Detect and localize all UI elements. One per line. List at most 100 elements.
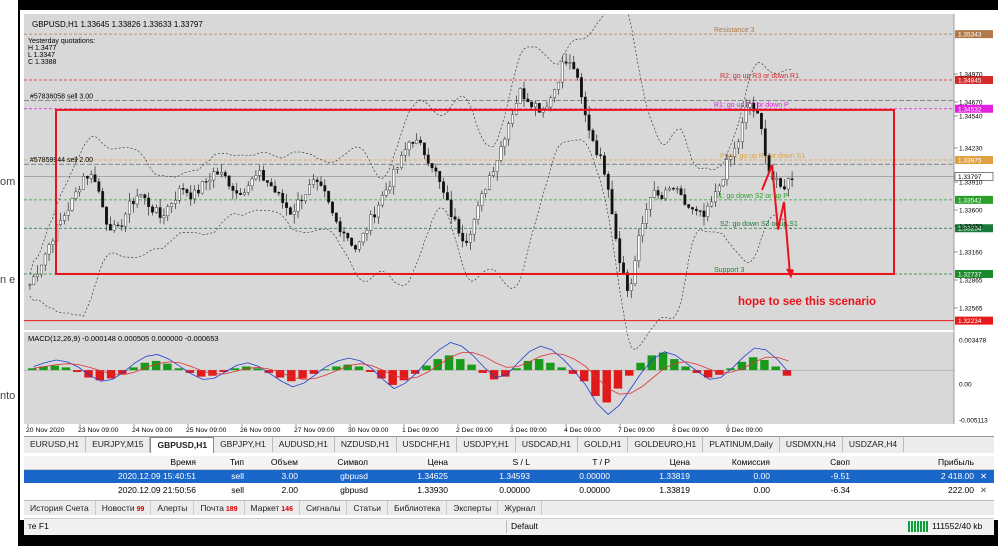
candle-body <box>97 181 101 192</box>
terminal-tab-label: Маркет <box>250 503 280 513</box>
price-tick-label: 1.32565 <box>959 306 983 313</box>
terminal-tab-count: 146 <box>279 506 293 513</box>
tab-goldeuro-h1[interactable]: GOLDEURO,H1 <box>628 437 704 452</box>
candle-body <box>599 154 602 156</box>
candle-body <box>28 284 32 286</box>
candle-body <box>668 188 671 191</box>
trade-commission: 0.00 <box>753 471 770 481</box>
terminal-tab[interactable]: Библиотека <box>388 501 448 515</box>
candle-body <box>254 175 258 180</box>
tab-eurjpy-m15[interactable]: EURJPY,M15 <box>86 437 151 452</box>
candle-body <box>438 171 442 182</box>
table-row[interactable]: 2020.12.09 15:40:51 sell 3.00 gbpusd 1.3… <box>24 470 994 483</box>
macd-histogram-bar <box>681 366 690 371</box>
close-position-icon[interactable]: ✕ <box>980 484 990 497</box>
terminal-tab-count: 99 <box>134 506 145 513</box>
candle-body <box>93 174 97 182</box>
candle-body <box>545 106 549 110</box>
time-tick-label: 2 Dec 09:00 <box>456 427 493 434</box>
candle-body <box>70 198 74 211</box>
pivot-level-label: S1: go down S2 or up P <box>714 193 788 200</box>
tab-eurusd-h1[interactable]: EURUSD,H1 <box>24 437 87 452</box>
trade-swap: -9.51 <box>830 471 850 481</box>
candle-body <box>790 178 794 181</box>
candle-body <box>369 214 373 231</box>
terminal-tab[interactable]: Журнал <box>498 501 543 515</box>
trade-volume: 3.00 <box>281 471 298 481</box>
candle-body <box>43 253 47 266</box>
candle-body <box>124 213 128 227</box>
candle-body <box>315 179 319 183</box>
candle-body <box>426 154 430 164</box>
candle-body <box>32 276 36 286</box>
table-row[interactable]: 2020.12.09 21:50:56 sell 2.00 gbpusd 1.3… <box>24 484 994 497</box>
terminal-bottom-tabs: История Счета Новости 99 Алерты Почта 189 Ма… <box>24 500 994 515</box>
profile-name[interactable]: Default <box>506 520 538 533</box>
terminal-tab[interactable]: Сигналы <box>300 501 348 515</box>
candle-body <box>465 240 468 243</box>
candle-body <box>377 204 380 218</box>
terminal-tab[interactable]: Эксперты <box>447 501 499 515</box>
candle-body <box>786 178 790 190</box>
tab-gbpusd-h1[interactable]: GBPUSD,H1 <box>150 437 215 453</box>
candle-body <box>384 189 388 196</box>
tab-gbpjpy-h1[interactable]: GBPJPY,H1 <box>214 437 273 452</box>
candle-body <box>534 103 537 108</box>
col-price: Цена <box>427 457 448 467</box>
candle-body <box>706 205 710 217</box>
terminal-tab[interactable]: Статьи <box>347 501 388 515</box>
candle-body <box>331 201 334 214</box>
macd-histogram-bar <box>422 365 431 371</box>
trade-time: 2020.12.09 21:50:56 <box>118 485 196 495</box>
candle-body <box>350 237 354 246</box>
macd-tick-label: -0.005113 <box>959 418 988 425</box>
macd-histogram-bar <box>489 370 499 380</box>
terminal-tab[interactable]: Почта 189 <box>194 501 245 515</box>
terminal-tab-label: Алерты <box>157 503 188 513</box>
candle-body <box>319 181 323 186</box>
terminal-tab[interactable]: Новости 99 <box>96 501 152 515</box>
candle-body <box>288 207 292 215</box>
candle-body <box>361 233 365 243</box>
macd-histogram-bar <box>591 370 600 396</box>
terminal-tab-label: Сигналы <box>305 503 341 513</box>
candle-body <box>522 88 526 100</box>
tab-platinum-daily[interactable]: PLATINUM,Daily <box>703 437 780 452</box>
candle-body <box>128 200 131 215</box>
candle-body <box>380 195 384 206</box>
tab-usdmxn-h4[interactable]: USDMXN,H4 <box>780 437 843 452</box>
candle-body <box>197 189 200 194</box>
tab-usdzar-h4[interactable]: USDZAR,H4 <box>843 437 905 452</box>
trade-type: sell <box>231 485 244 495</box>
symbol-header: GBPUSD,H1 1.33645 1.33826 1.33633 1.3379… <box>32 20 203 29</box>
candle-body <box>511 114 514 124</box>
macd-histogram-bar <box>456 359 465 371</box>
macd-histogram-bar <box>625 370 634 376</box>
tab-usdchf-h1[interactable]: USDCHF,H1 <box>397 437 458 452</box>
col-type: Тип <box>229 457 244 467</box>
price-tick-label: 1.33160 <box>959 250 983 257</box>
tab-gold-h1[interactable]: GOLD,H1 <box>578 437 629 452</box>
candle-body <box>729 156 733 160</box>
tab-nzdusd-h1[interactable]: NZDUSD,H1 <box>335 437 397 452</box>
price-chart[interactable]: Resistance 3 1.35343 R2: go up R3 or down … <box>24 0 994 434</box>
candle-body <box>59 220 62 225</box>
chart-area[interactable]: Resistance 3 1.35343 R2: go up R3 or down … <box>24 0 994 434</box>
tab-usdcad-h1[interactable]: USDCAD,H1 <box>516 437 579 452</box>
terminal-tab[interactable]: Маркет 146 <box>245 501 300 515</box>
macd-histogram-bar <box>546 362 555 371</box>
terminal-tab[interactable]: Алерты <box>151 501 195 515</box>
candle-body <box>434 167 438 172</box>
candle-body <box>78 189 82 193</box>
candle-body <box>717 185 721 192</box>
trade-tp: 0.00000 <box>579 471 610 481</box>
scenario-annotation: hope to see this scenario <box>738 296 876 308</box>
close-position-icon[interactable]: ✕ <box>980 470 990 483</box>
macd-tick-label: 0.00 <box>959 382 972 389</box>
tab-audusd-h1[interactable]: AUDUSD,H1 <box>273 437 335 452</box>
candle-body <box>411 141 415 144</box>
tab-usdjpy-h1[interactable]: USDJPY,H1 <box>457 437 516 452</box>
price-tick-label: 1.34540 <box>959 114 983 121</box>
terminal-tab[interactable]: История Счета <box>24 501 96 515</box>
candle-body <box>277 191 281 194</box>
